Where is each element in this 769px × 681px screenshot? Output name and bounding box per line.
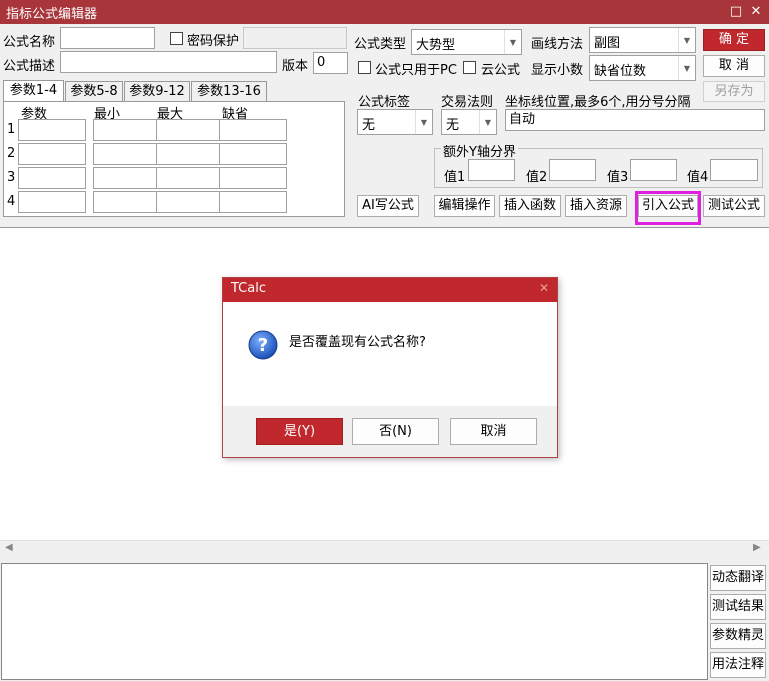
param-min-input[interactable] [93,143,161,165]
pc-only-checkbox[interactable] [358,61,371,74]
formula-tag-label: 公式标签 [358,95,411,110]
save-as-button[interactable]: 另存为 [703,81,765,102]
yaxis-value-input[interactable] [468,159,515,181]
horizontal-scrollbar[interactable]: ◀ ▶ [0,540,769,557]
param-row-number: 1 [7,122,16,137]
trade-rule-select[interactable]: 无 ▼ [441,109,497,135]
tab-params-13-16[interactable]: 参数13-16 [191,81,267,102]
param-name-input[interactable] [18,119,86,141]
dialog-cancel-button[interactable]: 取消 [450,418,537,445]
version-input[interactable]: 0 [313,52,348,74]
dynamic-translate-button[interactable]: 动态翻译 [710,565,766,591]
draw-method-select[interactable]: 副图 ▼ [589,27,696,53]
formula-type-label: 公式类型 [354,37,407,52]
confirm-dialog: TCalc ✕ ? 是否覆盖现有公式名称? 是(Y) 否(N) 取消 [222,277,558,458]
chevron-down-icon: ▼ [479,110,496,134]
yaxis-value-input[interactable] [710,159,758,181]
edit-ops-button[interactable]: 编辑操作 [434,195,495,217]
question-icon: ? [248,330,278,360]
maximize-icon[interactable]: □ [726,2,746,22]
close-icon[interactable]: ✕ [746,2,766,22]
param-row-number: 4 [7,194,16,209]
formula-type-select[interactable]: 大势型 ▼ [411,29,522,55]
dialog-message: 是否覆盖现有公式名称? [289,335,426,350]
window-title: 指标公式编辑器 [6,7,98,22]
param-max-input[interactable] [156,191,224,213]
param-min-input[interactable] [93,191,161,213]
coord-line-label: 坐标线位置,最多6个,用分号分隔 [505,95,691,110]
tab-params-9-12[interactable]: 参数9-12 [124,81,190,102]
param-row-number: 2 [7,146,16,161]
param-min-input[interactable] [93,167,161,189]
param-name-input[interactable] [18,143,86,165]
param-max-input[interactable] [156,143,224,165]
insert-function-button[interactable]: 插入函数 [499,195,561,217]
yaxis-group-label: 额外Y轴分界 [441,141,518,160]
yaxis-value-label: 值4 [687,170,709,185]
dialog-no-button[interactable]: 否(N) [352,418,439,445]
param-max-input[interactable] [156,119,224,141]
param-min-input[interactable] [93,119,161,141]
formula-desc-input[interactable] [60,51,277,73]
import-formula-button[interactable]: 引入公式 [638,195,698,217]
param-def-input[interactable] [219,167,287,189]
param-def-input[interactable] [219,119,287,141]
password-checkbox[interactable] [170,32,183,45]
param-name-input[interactable] [18,191,86,213]
tab-params-1-4[interactable]: 参数1-4 [3,80,64,102]
coord-line-input[interactable]: 自动 [505,109,765,131]
version-label: 版本 [282,59,309,74]
scroll-left-icon[interactable]: ◀ [5,542,13,553]
formula-desc-label: 公式描述 [3,59,56,74]
param-def-input[interactable] [219,143,287,165]
param-wizard-button[interactable]: 参数精灵 [710,623,766,649]
formula-tag-select[interactable]: 无 ▼ [357,109,433,135]
trade-rule-label: 交易法则 [441,95,494,110]
scroll-right-icon[interactable]: ▶ [753,542,761,553]
draw-method-label: 画线方法 [531,37,584,52]
dialog-close-icon[interactable]: ✕ [539,281,549,295]
dialog-yes-button[interactable]: 是(Y) [256,418,343,445]
ai-write-button[interactable]: AI写公式 [357,195,419,217]
cloud-formula-label: 云公式 [481,63,521,78]
chevron-down-icon: ▼ [504,30,521,54]
yaxis-value-label: 值1 [444,170,466,185]
test-result-button[interactable]: 测试结果 [710,594,766,620]
decimals-label: 显示小数 [531,63,584,78]
tab-params-5-8[interactable]: 参数5-8 [65,81,123,102]
password-label: 密码保护 [187,34,240,49]
output-panel [1,563,708,680]
param-def-input[interactable] [219,191,287,213]
usage-notes-button[interactable]: 用法注释 [710,652,766,678]
param-name-input[interactable] [18,167,86,189]
chevron-down-icon: ▼ [415,110,432,134]
param-row-number: 3 [7,170,16,185]
cancel-button[interactable]: 取 消 [703,55,765,77]
cloud-formula-checkbox[interactable] [463,61,476,74]
window-titlebar: 指标公式编辑器 □ ✕ [0,0,769,24]
decimals-select[interactable]: 缺省位数 ▼ [589,55,696,81]
yaxis-value-label: 值2 [526,170,548,185]
chevron-down-icon: ▼ [678,56,695,80]
yaxis-value-input[interactable] [630,159,677,181]
formula-name-label: 公式名称 [3,35,56,50]
param-max-input[interactable] [156,167,224,189]
formula-name-input[interactable] [60,27,155,49]
yaxis-value-label: 值3 [607,170,629,185]
yaxis-value-input[interactable] [549,159,596,181]
svg-text:?: ? [258,335,268,356]
dialog-titlebar: TCalc ✕ [223,278,557,302]
pc-only-label: 公式只用于PC [375,63,457,78]
dialog-title: TCalc [231,281,266,296]
insert-resource-button[interactable]: 插入资源 [565,195,627,217]
test-formula-button[interactable]: 测试公式 [703,195,765,217]
password-input[interactable] [243,27,347,49]
chevron-down-icon: ▼ [678,28,695,52]
confirm-button[interactable]: 确 定 [703,29,765,51]
